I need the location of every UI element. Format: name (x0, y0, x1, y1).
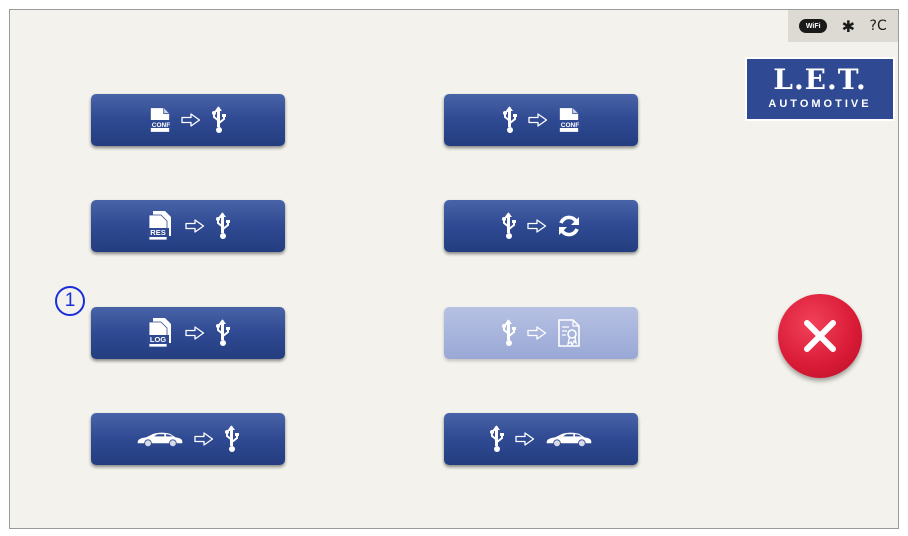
usb-icon (489, 425, 505, 453)
export-conf-to-usb-button[interactable]: CONF (91, 94, 285, 146)
logo-title: L.E.T. (773, 63, 867, 96)
usb-icon (502, 106, 518, 134)
import-car-from-usb-button[interactable] (444, 413, 638, 465)
arrow-right-icon (515, 432, 535, 446)
usb-icon (215, 319, 231, 347)
export-log-to-usb-button[interactable]: LOG (91, 307, 285, 359)
update-from-usb-button[interactable] (444, 200, 638, 252)
status-bar: WiFi ✱ ?C (788, 10, 898, 42)
status-indicator: ?C (869, 18, 887, 34)
res-file-label: RES (150, 228, 165, 237)
refresh-icon (557, 214, 581, 238)
usb-icon (211, 106, 227, 134)
close-icon (804, 320, 836, 352)
arrow-right-icon (181, 113, 201, 127)
conf-file-icon: CONF (150, 106, 171, 134)
arrow-right-icon (185, 326, 205, 340)
car-icon (136, 430, 184, 448)
log-file-icon: LOG (147, 318, 171, 348)
export-res-to-usb-button[interactable]: RES (91, 200, 285, 252)
usb-icon (224, 425, 240, 453)
res-file-icon: RES (147, 211, 171, 241)
logo-subtitle: AUTOMOTIVE (768, 98, 872, 110)
callout-marker: 1 (55, 286, 85, 316)
import-conf-from-usb-button[interactable]: CONF (444, 94, 638, 146)
arrow-right-icon (528, 113, 548, 127)
usb-icon (215, 212, 231, 240)
usb-icon (501, 212, 517, 240)
log-file-label: LOG (150, 335, 166, 344)
arrow-right-icon (185, 219, 205, 233)
import-certificate-from-usb-button[interactable] (444, 307, 638, 359)
conf-file-label: CONF (561, 122, 579, 129)
export-car-to-usb-button[interactable] (91, 413, 285, 465)
wifi-icon: WiFi (799, 19, 828, 33)
arrow-right-icon (194, 432, 214, 446)
certificate-icon (557, 319, 581, 347)
bluetooth-icon: ✱ (841, 16, 856, 36)
close-button[interactable] (778, 294, 862, 378)
car-icon (545, 430, 593, 448)
usb-icon (501, 319, 517, 347)
let-automotive-logo: L.E.T. AUTOMOTIVE (745, 57, 895, 121)
conf-file-label: CONF (152, 122, 170, 129)
conf-file-icon: CONF (559, 106, 580, 134)
main-window: WiFi ✱ ?C L.E.T. AUTOMOTIVE CONF RES LOG… (9, 9, 899, 529)
arrow-right-icon (527, 219, 547, 233)
arrow-right-icon (527, 326, 547, 340)
